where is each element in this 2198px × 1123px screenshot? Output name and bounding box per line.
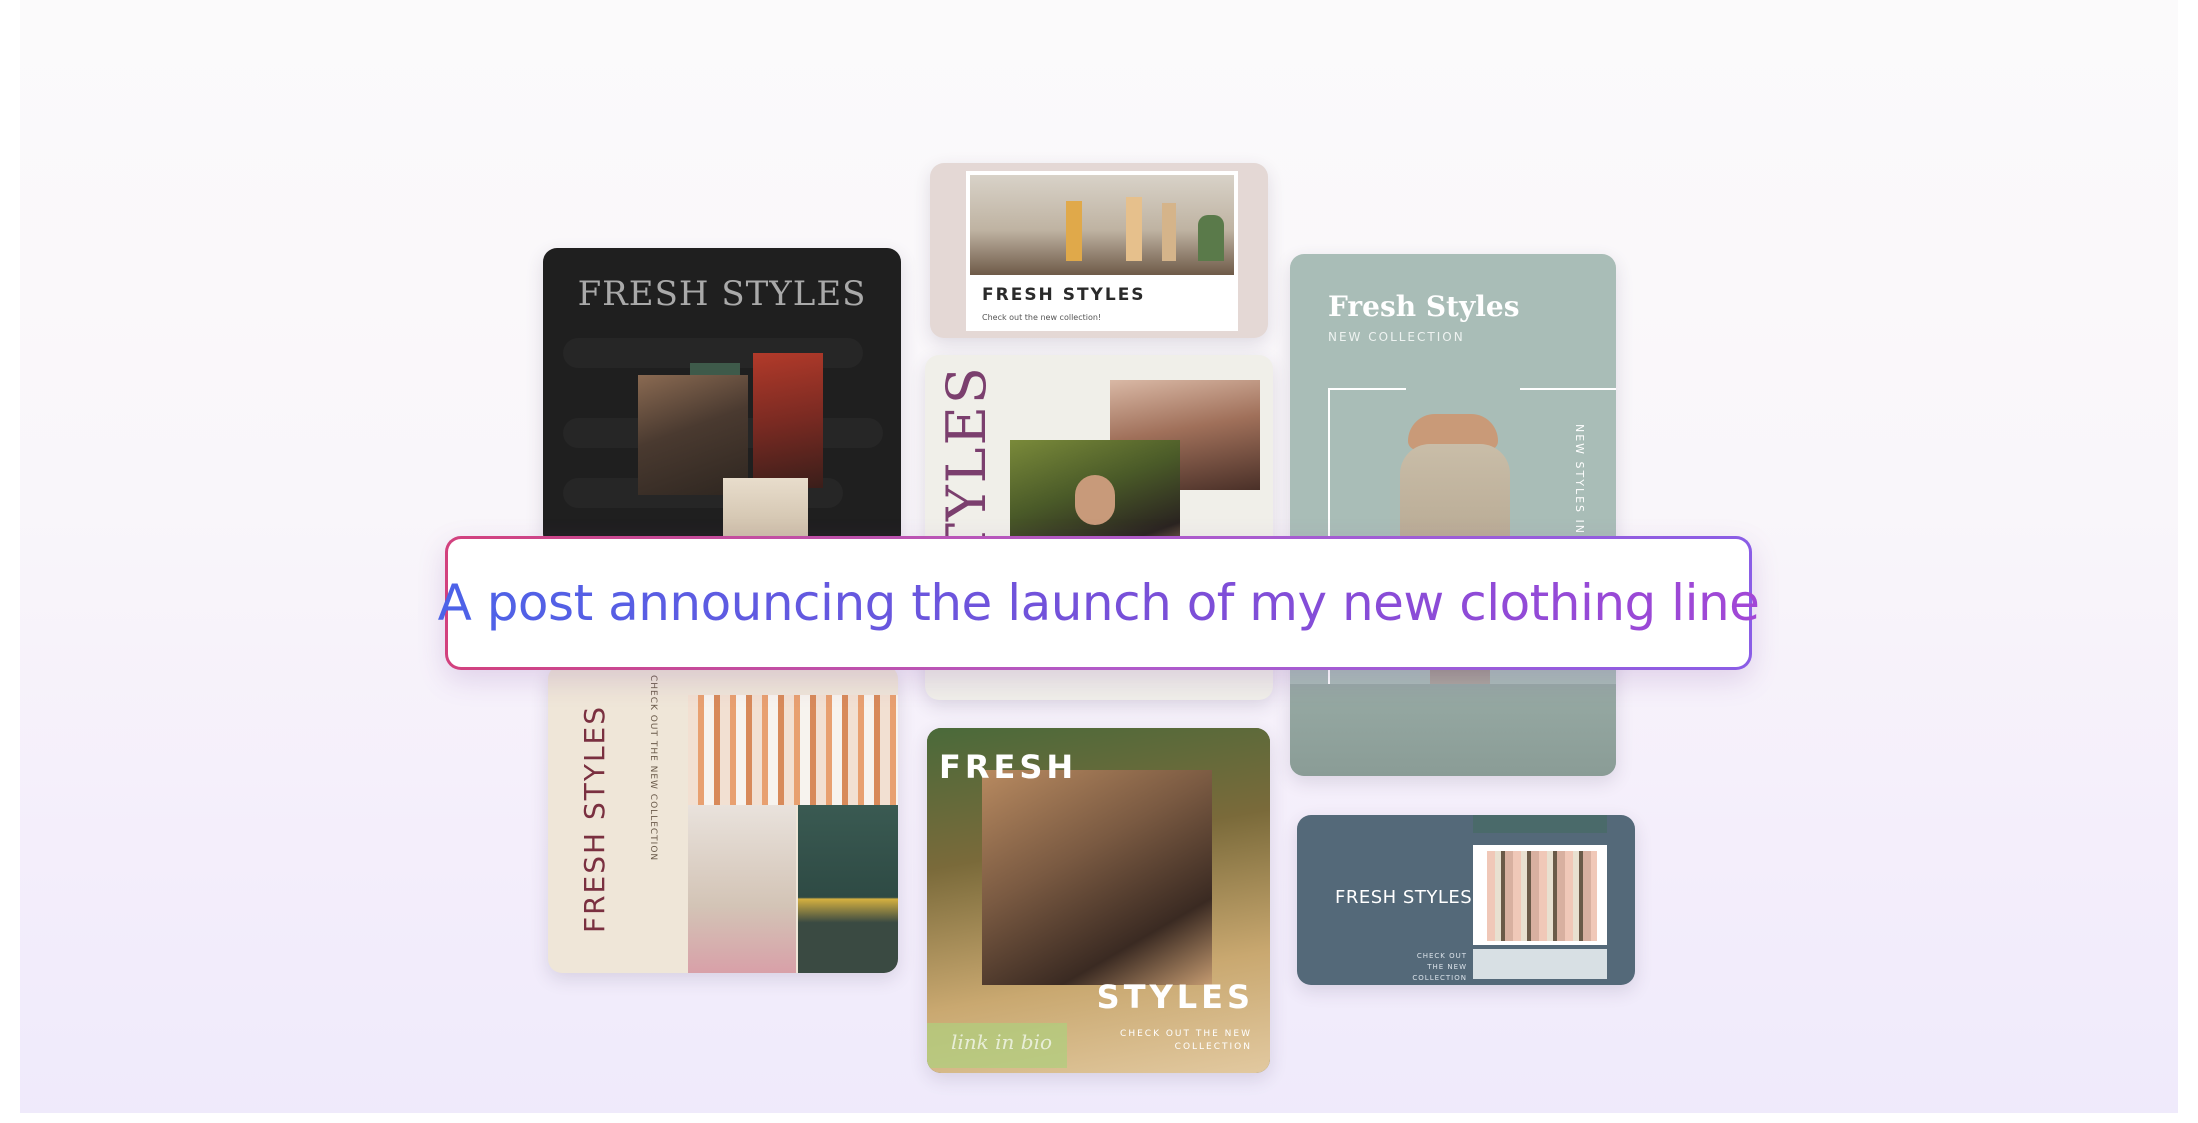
frame-edge-left xyxy=(0,0,20,1123)
template-subtitle: Check out the new collection! xyxy=(982,313,1102,322)
photo-woman-portrait xyxy=(982,770,1212,985)
frame-line xyxy=(1328,388,1406,390)
prompt-input-box[interactable]: A post announcing the launch of my new c… xyxy=(438,536,1760,670)
photo-mannequin xyxy=(1126,197,1142,261)
photo-street xyxy=(1290,684,1616,776)
template-card-beige[interactable]: FRESH STYLES CHECK OUT THE NEW COLLECTIO… xyxy=(548,665,898,973)
photo-mannequin xyxy=(1066,201,1082,261)
template-title: FRESH STYLES xyxy=(577,274,867,314)
template-side-text: CHECK OUT THE NEW COLLECTION xyxy=(648,675,658,862)
template-card-dark[interactable]: FRESH STYLES xyxy=(543,248,901,548)
photo-face xyxy=(1075,475,1115,525)
photo-shelf xyxy=(1473,949,1607,979)
photo-mannequin xyxy=(688,805,796,973)
photo-top-strip xyxy=(1473,815,1607,833)
template-card-golden[interactable]: FRESH STYLES link in bio CHECK OUT THE N… xyxy=(927,728,1270,1073)
prompt-text: A post announcing the launch of my new c… xyxy=(437,574,1760,632)
template-title: FRESH STYLES xyxy=(982,285,1146,305)
template-title-bottom: STYLES xyxy=(1096,978,1254,1016)
photo-store-interior xyxy=(970,175,1234,275)
card-inner-panel: FRESH STYLES Check out the new collectio… xyxy=(966,171,1238,331)
frame-edge-right xyxy=(2178,0,2198,1123)
photo-clothing-rack xyxy=(1487,851,1597,941)
frame-line xyxy=(1520,388,1616,390)
template-card-slate[interactable]: FRESH STYLES CHECK OUT THE NEW COLLECTIO… xyxy=(1297,815,1635,985)
template-card-boutique[interactable]: FRESH STYLES Check out the new collectio… xyxy=(930,163,1268,338)
template-subtitle: NEW COLLECTION xyxy=(1328,330,1465,344)
template-card-sage[interactable]: Fresh Styles NEW COLLECTION NEW STYLES I… xyxy=(1290,254,1616,776)
template-title: FRESH STYLES xyxy=(578,704,611,934)
frame-edge-bottom xyxy=(0,1113,2198,1123)
template-subtitle: CHECK OUT THE NEW COLLECTION xyxy=(1120,1029,1252,1052)
template-title-top: FRESH xyxy=(939,748,1078,786)
photo-mannequin xyxy=(1162,203,1176,261)
template-script-text: link in bio xyxy=(951,1030,1053,1054)
photo-store-display xyxy=(798,805,898,973)
photo-clothing-rack xyxy=(688,695,898,805)
photo-hangers xyxy=(638,375,748,495)
photo-plant xyxy=(1198,215,1224,261)
template-title: FRESH STYLES xyxy=(1335,887,1473,908)
template-subtitle: CHECK OUT THE NEW COLLECTION xyxy=(1412,952,1467,982)
photo-red-clothing xyxy=(753,353,823,488)
template-title: Fresh Styles xyxy=(1328,290,1520,323)
